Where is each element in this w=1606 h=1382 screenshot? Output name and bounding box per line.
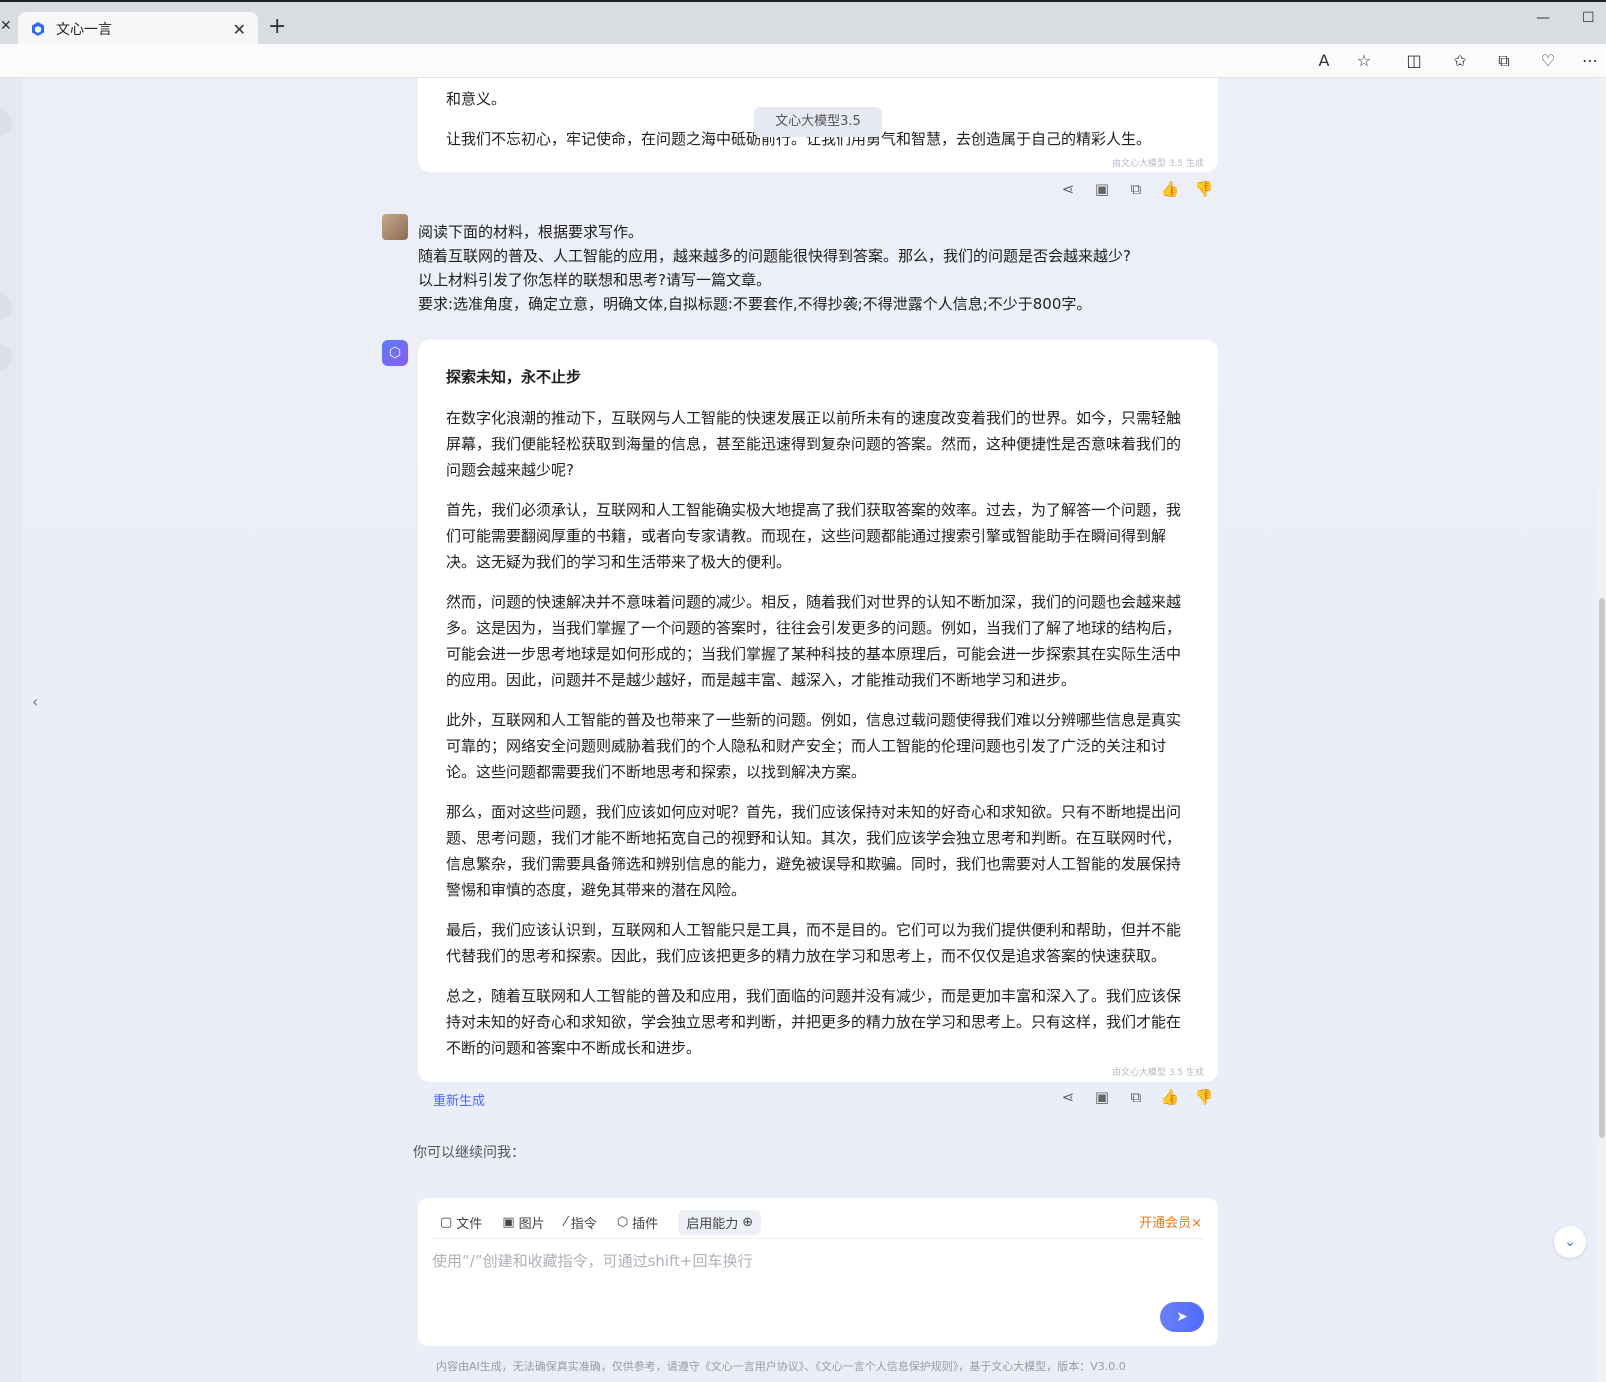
close-icon[interactable]: ✕ bbox=[0, 18, 12, 34]
image-icon: ▣ bbox=[502, 1215, 515, 1230]
new-tab-button[interactable]: + bbox=[268, 14, 286, 39]
copy-icon[interactable]: ⧉ bbox=[1126, 180, 1146, 198]
tab-close-icon[interactable]: ✕ bbox=[233, 20, 246, 39]
answer-paragraph: 最后，我们应该认识到，互联网和人工智能只是工具，而不是目的。它们可以为我们提供便… bbox=[446, 921, 1182, 965]
send-icon: ➤ bbox=[1176, 1309, 1188, 1325]
share-icon[interactable]: ⋖ bbox=[1058, 180, 1078, 198]
bot-avatar-icon: ⬡ bbox=[382, 340, 408, 366]
regenerate-button[interactable]: 重新生成 bbox=[433, 1090, 485, 1109]
image-icon[interactable]: ▣ bbox=[1092, 180, 1112, 198]
thumbs-down-icon[interactable]: 👎 bbox=[1194, 180, 1214, 198]
answer-paragraph: 总之，随着互联网和人工智能的普及和应用，我们面临的问题并没有减少，而是更加丰富和… bbox=[446, 987, 1182, 1057]
generation-note: 由文心大模型 3.5 生成 bbox=[1111, 159, 1204, 169]
close-icon[interactable]: × bbox=[1191, 1216, 1202, 1231]
answer-card: 探索未知，永不止步 在数字化浪潮的推动下，互联网与人工智能的快速发展正以前所未有… bbox=[418, 340, 1218, 1082]
answer-paragraph: 首先，我们必须承认，互联网和人工智能确实极大地提高了我们获取答案的效率。过去，为… bbox=[446, 501, 1182, 571]
maximize-icon[interactable]: ☐ bbox=[1582, 10, 1595, 26]
file-icon: ▢ bbox=[440, 1215, 453, 1230]
left-sidebar-collapsed bbox=[0, 78, 22, 1382]
tool-label: 插件 bbox=[632, 1217, 659, 1232]
thumbs-up-icon[interactable]: 👍 bbox=[1160, 1088, 1180, 1106]
send-button[interactable]: ➤ bbox=[1160, 1302, 1204, 1332]
tab-title: 文心一言 bbox=[56, 22, 112, 38]
answer-text: 和意义。 bbox=[446, 90, 507, 108]
message-input[interactable]: 使用“/”创建和收藏指令，可通过shift+回车换行 bbox=[432, 1250, 753, 1271]
browser-essentials-icon[interactable]: ♡ bbox=[1538, 51, 1558, 71]
plugin-button[interactable]: ⬡ 插件 bbox=[617, 1213, 658, 1232]
split-screen-icon[interactable]: ◫ bbox=[1404, 51, 1424, 71]
user-avatar bbox=[382, 214, 408, 240]
user-message-line: 随着互联网的普及、人工智能的应用，越来越多的问题能很快得到答案。那么，我们的问题… bbox=[418, 247, 1131, 265]
expand-sidebar-icon[interactable]: ‹ bbox=[32, 692, 38, 711]
scrollbar-thumb[interactable] bbox=[1599, 598, 1605, 1138]
command-icon: ⁄ bbox=[564, 1215, 567, 1230]
answer-paragraph: 此外，互联网和人工智能的普及也带来了一些新的问题。例如，信息过载问题使得我们难以… bbox=[446, 711, 1182, 781]
wenxin-logo-icon bbox=[32, 22, 44, 36]
thumbs-up-icon[interactable]: 👍 bbox=[1160, 180, 1180, 198]
minimize-icon[interactable]: — bbox=[1536, 10, 1550, 26]
answer-paragraph: 在数字化浪潮的推动下，互联网与人工智能的快速发展正以前所未有的速度改变着我们的世… bbox=[446, 409, 1182, 479]
user-message: 阅读下面的材料，根据要求写作。 随着互联网的普及、人工智能的应用，越来越多的问题… bbox=[418, 220, 1131, 316]
tool-label: 图片 bbox=[518, 1217, 545, 1232]
sidebar-button[interactable] bbox=[0, 294, 12, 320]
vip-label: 开通会员 bbox=[1139, 1216, 1192, 1231]
tool-label: 指令 bbox=[570, 1217, 597, 1232]
image-button[interactable]: ▣ 图片 bbox=[502, 1213, 544, 1232]
chat-input-box: ▢ 文件 ▣ 图片 ⁄ 指令 ⬡ 插件 启用能力 ⊕ 开通会员× 使用“/”创建和收藏指令… bbox=[418, 1198, 1218, 1346]
sidebar-button[interactable] bbox=[0, 344, 12, 370]
tool-label: 启用能力 bbox=[686, 1217, 739, 1232]
scroll-down-icon[interactable]: ⌄ bbox=[1554, 1226, 1586, 1258]
answer-actions: ⋖ ▣ ⧉ 👍 👎 bbox=[1058, 180, 1214, 198]
answer-paragraph: 然而，问题的快速解决并不意味着问题的减少。相反，随着我们对世界的认知不断加深，我… bbox=[446, 593, 1182, 689]
globe-icon: ⊕ bbox=[742, 1215, 754, 1230]
divider bbox=[432, 1238, 1204, 1239]
continue-hint: 你可以继续问我： bbox=[413, 1145, 525, 1161]
user-message-line: 要求:选准角度，确定立意，明确文体,自拟标题:不要套作,不得抄袭;不得泄露个人信… bbox=[418, 295, 1092, 313]
favorite-star-icon[interactable]: ☆ bbox=[1354, 51, 1374, 71]
more-menu-icon[interactable]: ⋯ bbox=[1580, 51, 1600, 71]
collections-icon[interactable]: ⧉ bbox=[1494, 51, 1514, 71]
generation-note: 由文心大模型 3.5 生成 bbox=[1111, 1068, 1204, 1078]
command-button[interactable]: ⁄ 指令 bbox=[565, 1213, 597, 1232]
input-toolbar: ▢ 文件 ▣ 图片 ⁄ 指令 ⬡ 插件 启用能力 ⊕ bbox=[440, 1210, 762, 1235]
answer-title: 探索未知，永不止步 bbox=[446, 368, 582, 386]
plugin-icon: ⬡ bbox=[616, 1215, 629, 1230]
vip-promo[interactable]: 开通会员× bbox=[1139, 1212, 1202, 1231]
answer-paragraph: 那么，面对这些问题，我们应该如何应对呢？首先，我们应该保持对未知的好奇心和求知欲… bbox=[446, 803, 1182, 899]
share-icon[interactable]: ⋖ bbox=[1058, 1088, 1078, 1106]
copy-icon[interactable]: ⧉ bbox=[1126, 1088, 1146, 1106]
scrollbar[interactable] bbox=[1598, 78, 1606, 1382]
answer-actions: ⋖ ▣ ⧉ 👍 👎 bbox=[1058, 1088, 1214, 1106]
favorites-icon[interactable]: ✩ bbox=[1450, 51, 1470, 71]
browser-toolbar: A ☆ ◫ ✩ ⧉ ♡ ⋯ bbox=[0, 44, 1606, 78]
read-aloud-icon[interactable]: A bbox=[1314, 51, 1334, 71]
file-button[interactable]: ▢ 文件 bbox=[440, 1213, 482, 1232]
browser-tabstrip: ✕ 文心一言 ✕ + — ☐ bbox=[0, 0, 1606, 46]
enable-ability-button[interactable]: 启用能力 ⊕ bbox=[678, 1210, 762, 1235]
image-icon[interactable]: ▣ bbox=[1092, 1088, 1112, 1106]
user-message-line: 以上材料引发了你怎样的联想和思考?请写一篇文章。 bbox=[418, 271, 771, 289]
tool-label: 文件 bbox=[456, 1217, 483, 1232]
sidebar-avatar[interactable] bbox=[0, 110, 12, 136]
model-chip[interactable]: 文心大模型3.5 bbox=[754, 107, 882, 137]
thumbs-down-icon[interactable]: 👎 bbox=[1194, 1088, 1214, 1106]
user-message-line: 阅读下面的材料，根据要求写作。 bbox=[418, 223, 644, 241]
footer-disclaimer: 内容由AI生成，无法确保真实准确，仅供参考，请遵守《文心一言用户协议》、《文心一… bbox=[436, 1360, 1126, 1373]
browser-tab[interactable]: 文心一言 ✕ bbox=[18, 12, 258, 46]
